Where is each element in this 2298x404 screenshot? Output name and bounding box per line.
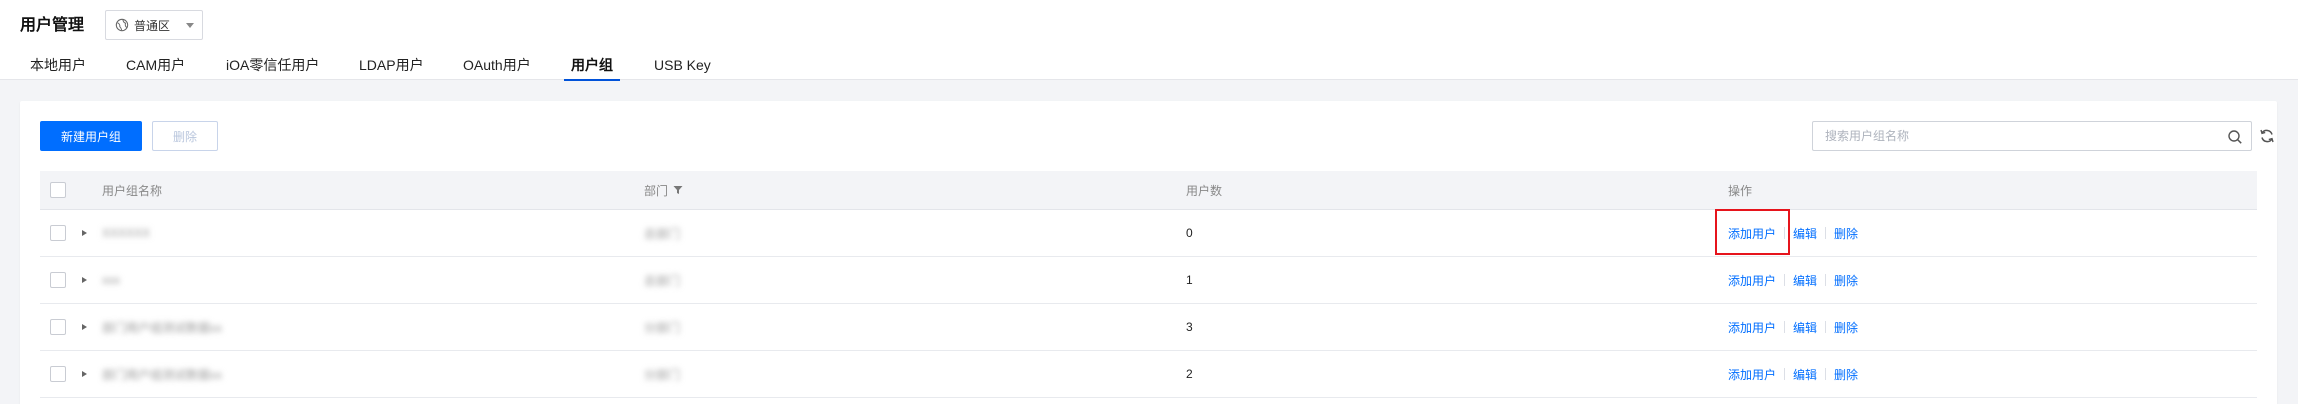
tab-oauth-users[interactable]: OAuth用户 — [463, 54, 531, 76]
group-name: xxx — [102, 273, 120, 287]
group-user-count: 2 — [1186, 367, 1193, 381]
edit-link[interactable]: 编辑 — [1793, 225, 1817, 242]
divider — [1825, 274, 1827, 286]
divider — [1825, 368, 1827, 380]
row-actions: 添加用户 编辑 删除 — [1728, 257, 1858, 303]
group-name: 部门用户组测试数据xx — [102, 320, 223, 335]
tab-ldap-users[interactable]: LDAP用户 — [359, 54, 424, 76]
region-selector[interactable]: 普通区 — [105, 10, 203, 40]
divider — [1825, 227, 1827, 239]
column-header-name: 用户组名称 — [102, 183, 163, 198]
row-checkbox[interactable] — [50, 366, 66, 382]
tab-local-users[interactable]: 本地用户 — [30, 54, 86, 76]
divider — [1784, 368, 1786, 380]
add-user-link[interactable]: 添加用户 — [1728, 225, 1776, 242]
search-box — [1812, 121, 2252, 151]
row-actions: 添加用户 编辑 删除 — [1728, 304, 1858, 350]
group-user-count: 0 — [1186, 226, 1193, 240]
table-row: XXXXXX 总部门 0 添加用户 编辑 删除 — [40, 210, 2257, 257]
delete-link[interactable]: 删除 — [1834, 225, 1858, 242]
add-user-link[interactable]: 添加用户 — [1728, 366, 1776, 383]
select-all-checkbox[interactable] — [50, 182, 66, 198]
table-header: 用户组名称 部门 用户数 操作 — [40, 171, 2257, 210]
tab-user-groups[interactable]: 用户组 — [564, 54, 620, 81]
refresh-icon[interactable] — [2258, 127, 2276, 145]
expand-icon[interactable] — [82, 324, 87, 330]
edit-link[interactable]: 编辑 — [1793, 366, 1817, 383]
table-row: xxx 总部门 1 添加用户 编辑 删除 — [40, 257, 2257, 304]
delete-link[interactable]: 删除 — [1834, 366, 1858, 383]
delete-button: 删除 — [152, 121, 218, 151]
add-user-link[interactable]: 添加用户 — [1728, 319, 1776, 336]
table-row: 部门用户组测试数据xx 分部门 3 添加用户 编辑 删除 — [40, 304, 2257, 351]
filter-icon[interactable] — [673, 185, 683, 195]
divider — [1784, 227, 1786, 239]
edit-link[interactable]: 编辑 — [1793, 272, 1817, 289]
group-department: 总部门 — [644, 226, 681, 241]
delete-link[interactable]: 删除 — [1834, 272, 1858, 289]
expand-icon[interactable] — [82, 371, 87, 377]
column-header-department: 部门 — [644, 171, 683, 209]
column-header-actions: 操作 — [1728, 183, 1753, 198]
chevron-down-icon — [186, 23, 194, 28]
group-department: 总部门 — [644, 273, 681, 288]
column-header-user-count: 用户数 — [1186, 183, 1223, 198]
group-department: 分部门 — [644, 367, 681, 382]
row-checkbox[interactable] — [50, 272, 66, 288]
group-department: 分部门 — [644, 320, 681, 335]
add-user-link[interactable]: 添加用户 — [1728, 272, 1776, 289]
user-group-table: 用户组名称 部门 用户数 操作 XXXXXX 总部门 0 添加用户 编辑 删除 — [40, 171, 2257, 398]
region-value: 普通区 — [134, 18, 171, 33]
row-checkbox[interactable] — [50, 225, 66, 241]
divider — [1784, 321, 1786, 333]
row-actions: 添加用户 编辑 删除 — [1728, 210, 1858, 256]
search-icon[interactable] — [2227, 129, 2243, 145]
group-user-count: 3 — [1186, 320, 1193, 334]
page-title: 用户管理 — [20, 17, 85, 34]
group-name: XXXXXX — [102, 226, 151, 240]
divider — [1784, 274, 1786, 286]
edit-link[interactable]: 编辑 — [1793, 319, 1817, 336]
tab-ioa-users[interactable]: iOA零信任用户 — [226, 54, 319, 76]
top-bar: 用户管理 普通区 本地用户 CAM用户 iOA零信任用户 LDAP用户 OAut… — [0, 0, 2298, 81]
group-name: 部门用户组测试数据xx — [102, 367, 223, 382]
globe-icon — [115, 18, 129, 32]
delete-link[interactable]: 删除 — [1834, 319, 1858, 336]
row-checkbox[interactable] — [50, 319, 66, 335]
expand-icon[interactable] — [82, 277, 87, 283]
divider — [1825, 321, 1827, 333]
tab-cam-users[interactable]: CAM用户 — [126, 54, 185, 76]
create-user-group-button[interactable]: 新建用户组 — [40, 121, 142, 151]
tab-usb-key[interactable]: USB Key — [654, 54, 711, 76]
search-input[interactable] — [1813, 122, 2213, 150]
expand-icon[interactable] — [82, 230, 87, 236]
row-actions: 添加用户 编辑 删除 — [1728, 351, 1858, 397]
content-card: 新建用户组 删除 用户组名称 部门 用户数 操作 — [20, 101, 2277, 404]
group-user-count: 1 — [1186, 273, 1193, 287]
table-row: 部门用户组测试数据xx 分部门 2 添加用户 编辑 删除 — [40, 351, 2257, 398]
